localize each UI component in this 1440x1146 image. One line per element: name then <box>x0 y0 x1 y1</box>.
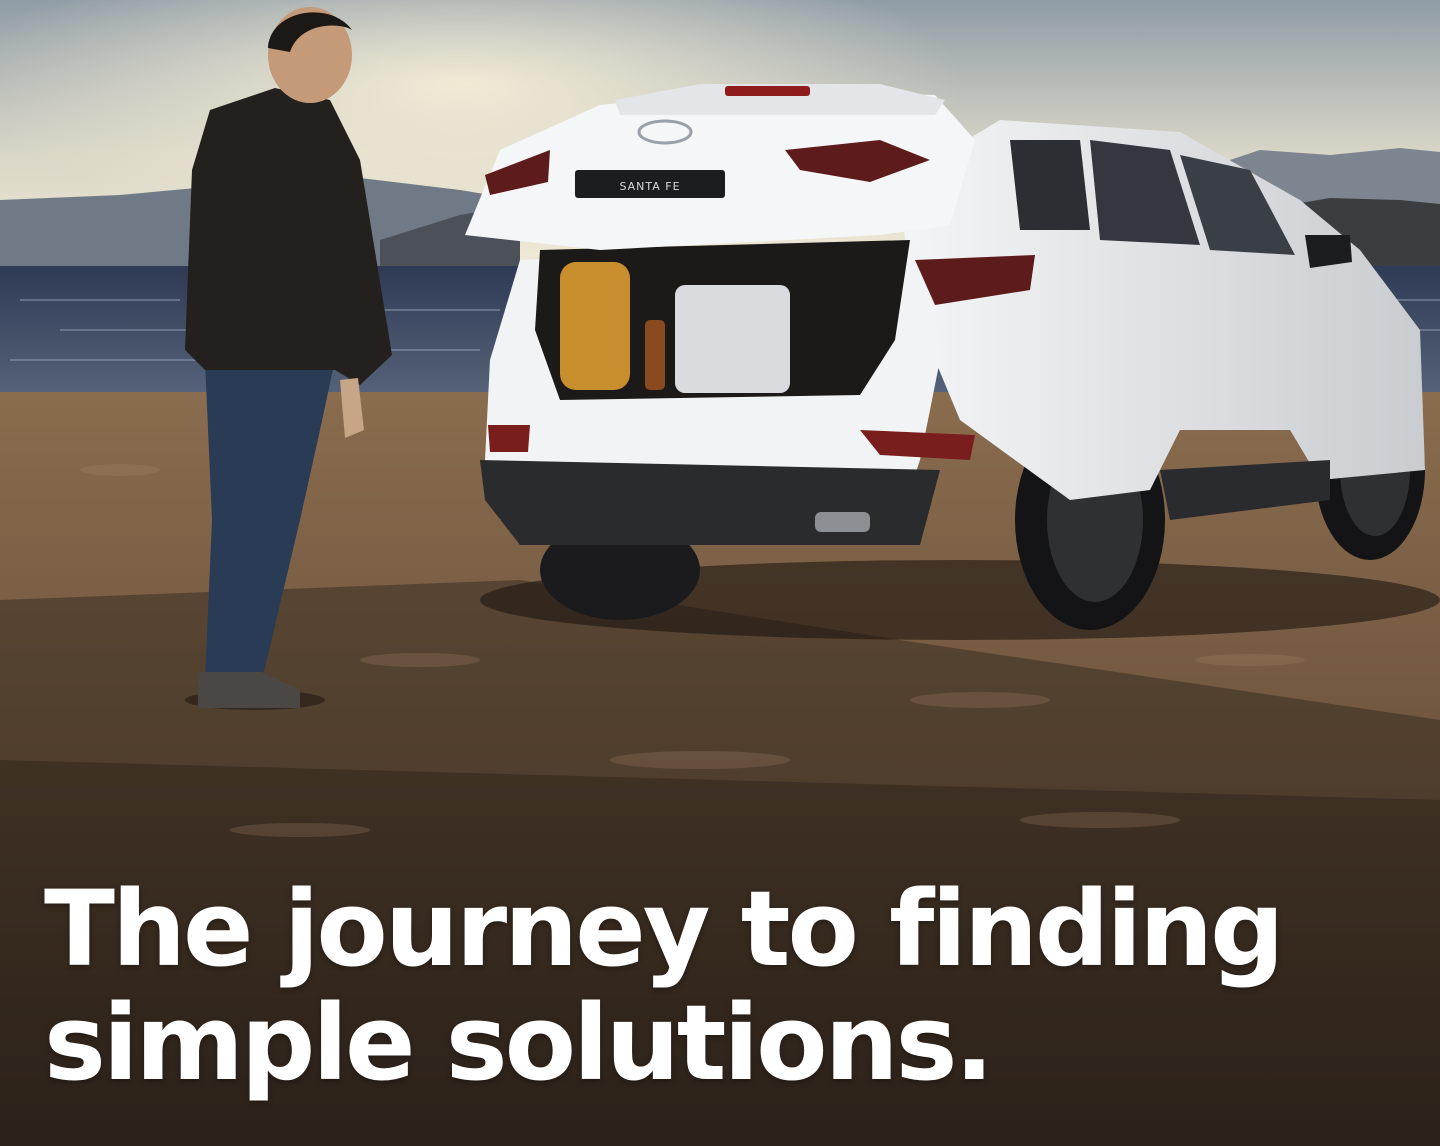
headline-line-2: simple solutions. <box>44 982 994 1104</box>
yellow-bag <box>560 262 630 390</box>
exhaust-tips <box>815 512 870 532</box>
hero-photo: SANTA FE The journey to finding simple s… <box>0 0 1440 1146</box>
left-reflector <box>488 425 530 452</box>
model-badge: SANTA FE <box>619 180 680 193</box>
headline: The journey to finding simple solutions. <box>44 872 1364 1100</box>
rear-side-window <box>1010 140 1090 230</box>
brake-light <box>725 86 810 96</box>
headline-line-1: The journey to finding <box>44 868 1285 990</box>
white-cooler <box>675 285 790 393</box>
bottle <box>645 320 665 390</box>
rear-bumper <box>480 460 940 545</box>
